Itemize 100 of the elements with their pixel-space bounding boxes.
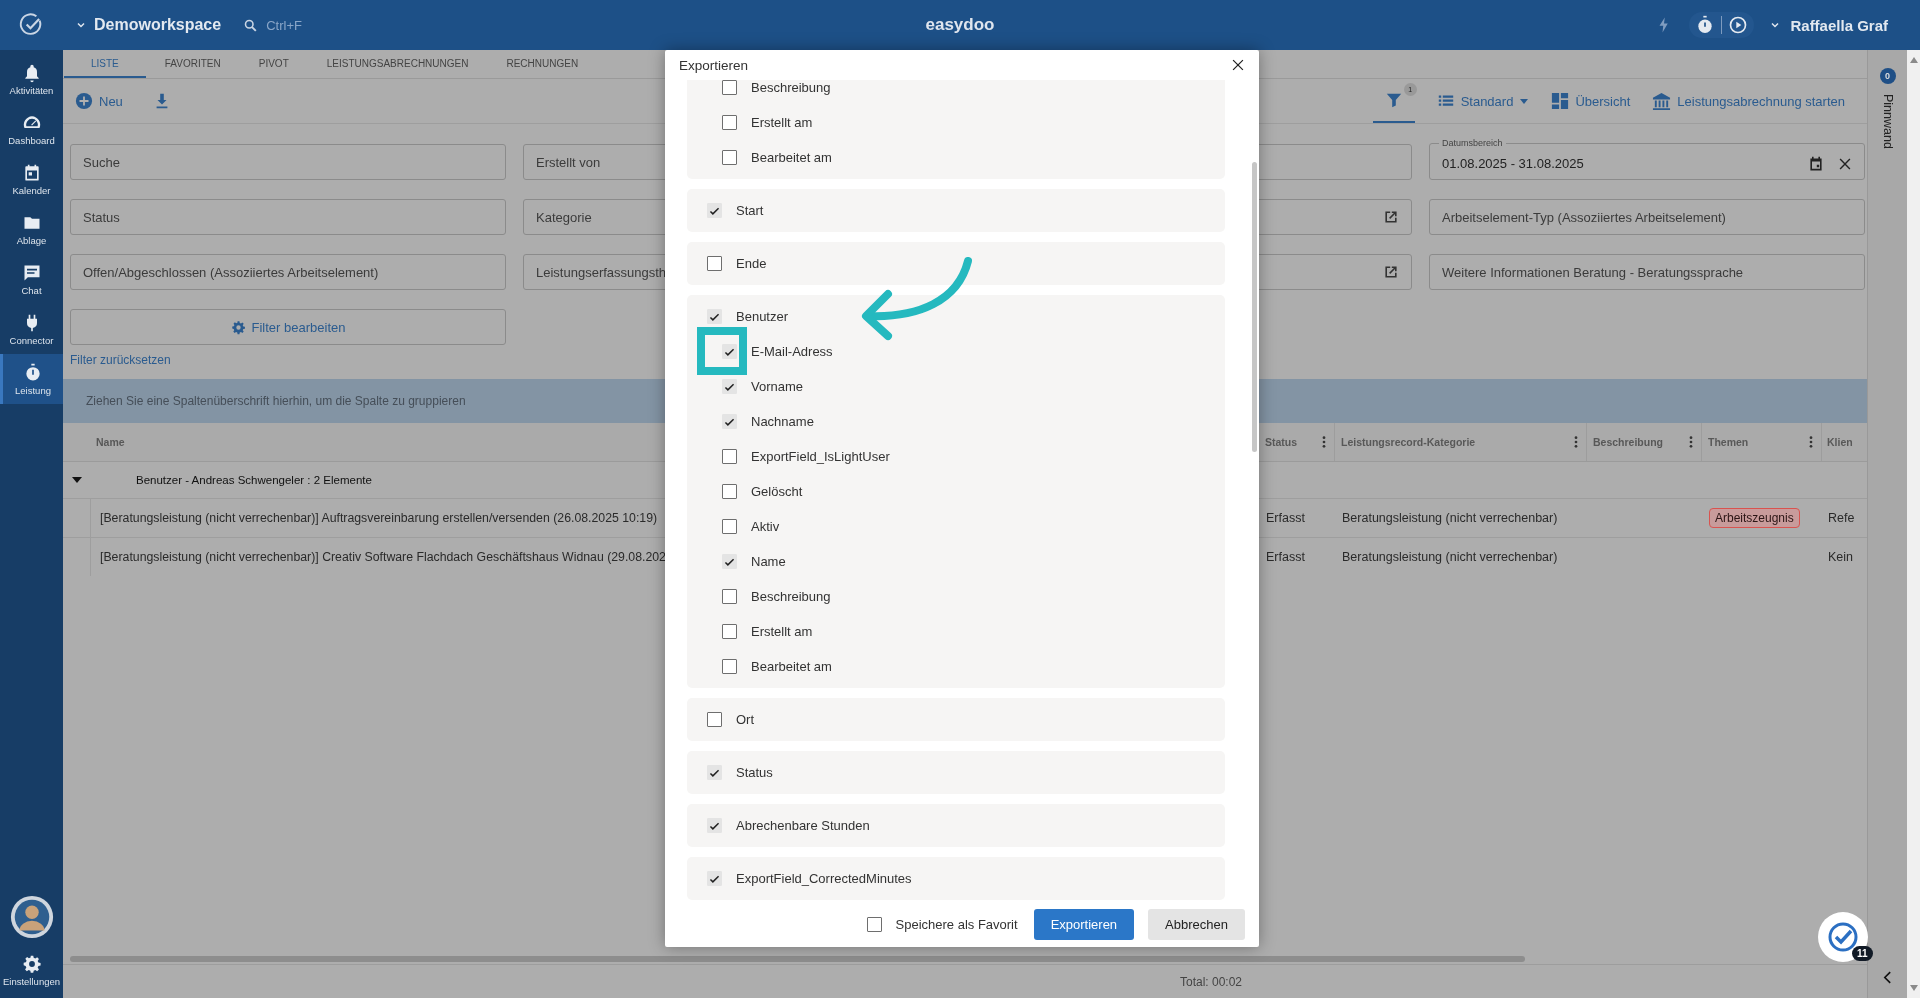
sidebar-item[interactable]: Leistung	[0, 354, 63, 404]
help-button[interactable]	[1818, 912, 1868, 962]
column-header[interactable]: Beschreibung	[1586, 423, 1701, 461]
user-menu[interactable]: Raffaella Graf	[1770, 16, 1888, 34]
export-button[interactable]: Exportieren	[1033, 908, 1135, 940]
filter-field[interactable]: Weitere Informationen Beratung - Beratungssprache	[1429, 254, 1865, 290]
sidebar-item[interactable]: Ablage	[0, 204, 63, 254]
checkbox[interactable]	[722, 80, 737, 95]
tab[interactable]: RECHNUNGEN	[487, 50, 598, 78]
group-hint-text: Ziehen Sie eine Spaltenüberschrift hierhin, um die Spalte zu gruppieren	[86, 394, 466, 408]
search-field[interactable]: Ctrl+F	[264, 16, 349, 34]
edit-filters-button[interactable]: Filter bearbeiten	[70, 309, 506, 345]
checkbox[interactable]	[722, 484, 737, 499]
chevron-left-icon[interactable]	[1883, 971, 1892, 984]
column-header[interactable]: Leistungsrecord-Kategorie	[1334, 423, 1586, 461]
check-circle-icon	[1827, 921, 1859, 953]
total-text: Total: 00:02	[1180, 974, 1243, 989]
checkbox[interactable]	[722, 150, 737, 165]
sidebar-item[interactable]: Connector	[0, 304, 63, 354]
external-link-icon[interactable]	[1383, 209, 1399, 225]
field-label: Bearbeitet am	[751, 659, 832, 674]
pinboard-tab[interactable]: Pinnwand	[1880, 94, 1895, 149]
workspace-switcher[interactable]: Demoworkspace	[76, 16, 222, 34]
bank-icon	[1652, 91, 1672, 111]
field-label: Start	[736, 203, 764, 218]
field-label: Name	[751, 554, 786, 569]
field-label: Bearbeitet am	[751, 150, 832, 165]
favorite-label: Speichere als Favorit	[895, 916, 1018, 932]
expand-caret-icon[interactable]	[72, 475, 82, 485]
close-icon[interactable]	[1838, 156, 1852, 171]
calendar-icon[interactable]	[1808, 155, 1824, 172]
horizontal-scrollbar[interactable]	[70, 956, 1525, 962]
checkbox[interactable]	[707, 712, 722, 727]
table-cell-text: Erfasst	[1265, 549, 1306, 566]
scrollbar-thumb[interactable]	[1252, 162, 1257, 452]
tab[interactable]: LISTE	[64, 50, 146, 78]
checkbox[interactable]	[866, 916, 882, 932]
sidebar-item[interactable]: Chat	[0, 254, 63, 304]
view-dropdown[interactable]: Standard	[1436, 93, 1530, 109]
check-circle-logo-icon[interactable]	[18, 12, 44, 38]
column-menu-icon[interactable]	[1574, 436, 1578, 448]
play-icon[interactable]	[1728, 15, 1749, 35]
column-header[interactable]: Themen	[1701, 423, 1821, 461]
field-label: Benutzer	[736, 309, 789, 324]
table-cell-text: Refe	[1827, 510, 1856, 527]
start-billing-button[interactable]: Leistungsabrechnung starten	[1652, 91, 1845, 111]
checkbox[interactable]	[722, 589, 737, 604]
gear-icon	[230, 319, 246, 335]
timer-icon	[23, 362, 43, 383]
settings-button[interactable]: Einstellungen	[0, 944, 63, 996]
table-cell-text: Beratungsleistung (nicht verrechenbar)	[1341, 510, 1559, 527]
column-menu-icon[interactable]	[1689, 436, 1693, 448]
filter-field[interactable]: Suche	[70, 144, 506, 180]
scroll-up-icon[interactable]	[1908, 56, 1919, 64]
dialog-title: Exportieren	[679, 57, 749, 73]
field-label: Nachname	[751, 414, 814, 429]
checkbox[interactable]	[722, 449, 737, 464]
group-label: Benutzer - Andreas Schwengeler : 2 Elemente	[136, 474, 372, 486]
checkbox[interactable]	[722, 519, 737, 534]
app-title: easydoo	[925, 15, 995, 35]
sidebar-item[interactable]: Kalender	[0, 154, 63, 204]
field-label: Ende	[736, 256, 767, 271]
highlight-frame	[697, 327, 747, 375]
overview-button[interactable]: Übersicht	[1551, 92, 1631, 110]
filter-field[interactable]: Arbeitselement-Typ (Assoziiertes Arbeitselement)	[1429, 199, 1865, 235]
checkbox[interactable]	[722, 624, 737, 639]
avatar[interactable]	[8, 894, 55, 940]
field-label: Vorname	[751, 379, 804, 394]
tab[interactable]: LEISTUNGSABRECHNUNGEN	[307, 50, 488, 78]
notification-badge: 11	[1852, 946, 1873, 961]
filter-field[interactable]: Offen/Abgeschlossen (Assoziiertes Arbeitselement)	[70, 254, 506, 290]
close-icon[interactable]	[1231, 58, 1245, 72]
search-icon[interactable]	[243, 17, 259, 33]
new-button[interactable]: Neu	[75, 92, 123, 110]
date-range-field[interactable]: Datumsbereich 01.08.2025 - 31.08.2025	[1429, 138, 1865, 180]
topic-tag: Arbeitszeugnis	[1709, 508, 1800, 528]
sidebar-item[interactable]: Dashboard	[0, 104, 63, 154]
chevron-down-icon	[1770, 20, 1781, 30]
column-header[interactable]: Klien	[1821, 423, 1858, 461]
field-label: Erstellt am	[751, 115, 813, 130]
field-label: E-Mail-Adress	[751, 344, 833, 359]
filter-field[interactable]: Status	[70, 199, 506, 235]
external-link-icon[interactable]	[1383, 264, 1399, 280]
column-menu-icon[interactable]	[1322, 436, 1326, 448]
sidebar-item[interactable]: Aktivitäten	[0, 54, 63, 104]
checkbox[interactable]	[722, 115, 737, 130]
field-label: Beschreibung	[751, 589, 831, 604]
column-menu-icon[interactable]	[1809, 436, 1813, 448]
tab[interactable]: PIVOT	[239, 50, 308, 78]
cancel-button[interactable]: Abbrechen	[1148, 908, 1245, 940]
checkbox[interactable]	[722, 659, 737, 674]
checkbox[interactable]	[707, 256, 722, 271]
dashboard-icon	[1551, 92, 1570, 110]
field-label: Beschreibung	[751, 80, 831, 95]
tab[interactable]: FAVORITEN	[145, 50, 240, 78]
chevron-down-icon	[76, 20, 86, 30]
field-label: Ort	[736, 712, 755, 727]
scroll-down-icon[interactable]	[1908, 984, 1919, 992]
field-label: ExportField_CorrectedMinutes	[736, 871, 912, 886]
reset-filters-link[interactable]: Filter zurücksetzen	[70, 353, 171, 367]
